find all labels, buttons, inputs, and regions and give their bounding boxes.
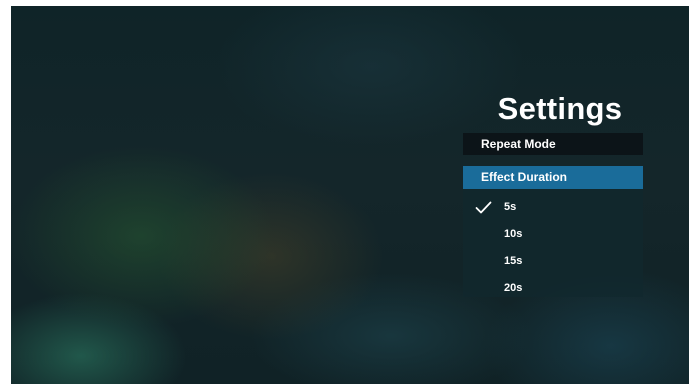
option-15s[interactable]: 15s	[463, 248, 643, 275]
menu-item-label: Effect Duration	[481, 170, 568, 184]
option-label: 20s	[504, 282, 523, 294]
option-20s[interactable]: 20s	[463, 275, 643, 302]
menu-item-repeat-mode[interactable]: Repeat Mode	[463, 133, 643, 155]
option-10s[interactable]: 10s	[463, 221, 643, 248]
menu-item-effect-duration[interactable]: Effect Duration	[463, 166, 643, 189]
check-icon	[475, 201, 492, 214]
option-label: 15s	[504, 255, 523, 267]
effect-duration-options: 5s 10s 15s 20s	[463, 189, 643, 297]
page-title: Settings	[497, 91, 623, 126]
screen-background: Settings Repeat Mode Effect Duration 5s …	[11, 6, 689, 384]
option-label: 5s	[504, 201, 517, 213]
menu-item-label: Repeat Mode	[481, 137, 556, 151]
option-5s[interactable]: 5s	[463, 194, 643, 221]
option-label: 10s	[504, 228, 523, 240]
